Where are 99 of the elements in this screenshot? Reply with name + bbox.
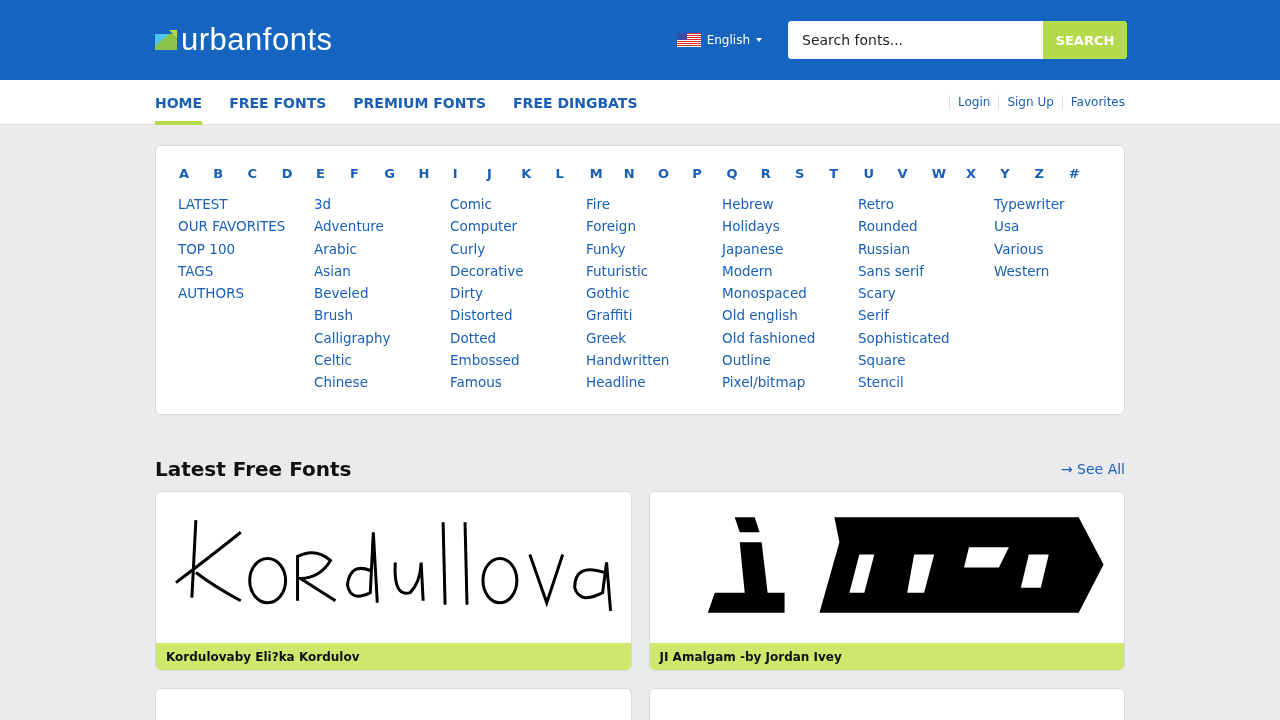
font-card[interactable]: JI Amalgam -by Jordan Ivey [648,490,1125,671]
alphabet-link[interactable]: V [896,166,931,181]
account-link[interactable]: Sign Up [998,95,1062,109]
category-link[interactable]: Retro [858,193,994,216]
alphabet-link[interactable]: K [520,166,555,181]
category-link[interactable]: Greek [586,326,722,350]
alphabet-link[interactable]: Z [1033,166,1068,181]
alphabet-link[interactable]: G [383,166,418,181]
category-link[interactable]: Fire [586,193,722,216]
account-link[interactable]: Login [949,95,999,109]
category-link[interactable]: Beveled [314,282,450,305]
category-link[interactable]: Calligraphy [314,326,450,350]
category-link[interactable]: Adventure [314,215,450,238]
alphabet-link[interactable]: D [280,166,315,181]
category-link[interactable]: OUR FAVORITES [178,215,314,238]
category-link[interactable]: Monospaced [722,282,858,305]
category-link[interactable]: Curly [450,237,586,260]
category-link[interactable]: Pixel/bitmap [722,371,858,394]
category-link[interactable]: Futuristic [586,259,722,283]
alphabet-link[interactable]: F [349,166,384,181]
category-link[interactable]: Computer [450,215,586,238]
alphabet-link[interactable]: N [622,166,658,181]
alphabet-link[interactable]: L [554,166,589,181]
category-link[interactable]: Modern [722,259,858,283]
alphabet-link[interactable]: U [862,166,897,181]
category-link[interactable]: Western [994,259,1130,283]
alphabet-link[interactable]: X [965,166,1000,181]
see-all-link[interactable]: → See All [1060,460,1125,477]
alphabet-link[interactable]: M [588,166,623,181]
category-link[interactable]: Funky [586,237,722,260]
category-link[interactable]: Usa [994,215,1130,238]
category-link[interactable]: Outline [722,349,858,372]
category-link[interactable]: Holidays [722,215,858,238]
category-link[interactable]: 3d [314,193,450,216]
category-link[interactable]: TOP 100 [178,237,314,260]
nav-tab[interactable]: FREE FONTS [229,83,327,125]
alphabet-link[interactable]: A [178,166,213,181]
category-link[interactable]: Old fashioned [722,326,858,350]
logo-text[interactable]: urbanfonts [181,22,333,58]
alphabet-link[interactable]: T [828,166,863,181]
nav-tab[interactable]: PREMIUM FONTS [353,83,487,125]
category-link[interactable]: Headline [586,371,722,394]
category-link[interactable]: Dirty [450,282,586,305]
category-link[interactable]: Embossed [450,349,586,372]
category-link[interactable]: Brush [314,304,450,327]
alphabet-link[interactable]: B [212,166,247,181]
category-link[interactable]: Dotted [450,326,586,350]
alphabet-link[interactable]: I [451,166,486,181]
alphabet-link[interactable]: E [314,166,350,181]
category-link[interactable]: Japanese [722,237,858,260]
category-link[interactable]: Square [858,349,994,372]
account-link[interactable]: Favorites [1061,95,1125,109]
category-link[interactable]: Graffiti [586,304,722,327]
alphabet-link[interactable]: # [1067,166,1102,181]
category-link[interactable]: TAGS [178,259,314,283]
flag-icon [676,33,701,47]
nav-tab[interactable]: FREE DINGBATS [513,83,638,125]
category-link[interactable]: Celtic [314,349,450,372]
category-link[interactable]: Scary [858,282,994,305]
category-link[interactable]: Arabic [314,237,450,260]
category-link[interactable]: Sans serif [858,259,994,283]
alphabet-link[interactable]: P [691,166,726,181]
category-link[interactable]: Chinese [314,371,450,394]
category-link[interactable]: Handwritten [586,349,722,372]
category-link[interactable]: Distorted [450,304,586,327]
font-card[interactable]: Kordulovaby Eli?ka Kordulov [155,490,632,671]
section-title: Latest Free Fonts [155,456,352,481]
font-caption: JI Amalgam -by Jordan Ivey [649,642,1124,670]
category-link[interactable]: Serif [858,304,994,327]
alphabet-link[interactable]: J [485,166,521,181]
category-link[interactable]: Various [994,237,1130,260]
category-link[interactable]: AUTHORS [178,282,314,305]
alphabet-link[interactable]: S [793,166,829,181]
alphabet-link[interactable]: R [759,166,794,181]
caret-icon [756,38,762,42]
category-link[interactable]: Decorative [450,259,586,283]
category-link[interactable]: Russian [858,237,994,260]
category-link[interactable]: Typewriter [994,193,1130,216]
category-link[interactable]: Sophisticated [858,326,994,350]
category-link[interactable]: Asian [314,259,450,283]
category-link[interactable]: Foreign [586,215,722,238]
alphabet-link[interactable]: O [657,166,692,181]
logo-icon [155,30,177,50]
alphabet-link[interactable]: Q [725,166,760,181]
category-link[interactable]: Hebrew [722,193,858,216]
category-link[interactable]: Old english [722,304,858,327]
category-link[interactable]: Stencil [858,371,994,394]
font-caption: Kordulovaby Eli?ka Kordulov [156,642,631,670]
alphabet-link[interactable]: W [930,166,966,181]
alphabet-link[interactable]: Y [999,166,1034,181]
category-link[interactable]: Comic [450,193,586,216]
category-link[interactable]: Famous [450,371,586,394]
category-link[interactable]: LATEST [178,193,314,216]
alphabet-link[interactable]: H [417,166,452,181]
category-link[interactable]: Rounded [858,215,994,238]
category-link[interactable]: Gothic [586,282,722,305]
nav-tab[interactable]: HOME [155,83,203,125]
alphabet-link[interactable]: C [246,166,281,181]
language-selector[interactable]: English [676,33,762,47]
